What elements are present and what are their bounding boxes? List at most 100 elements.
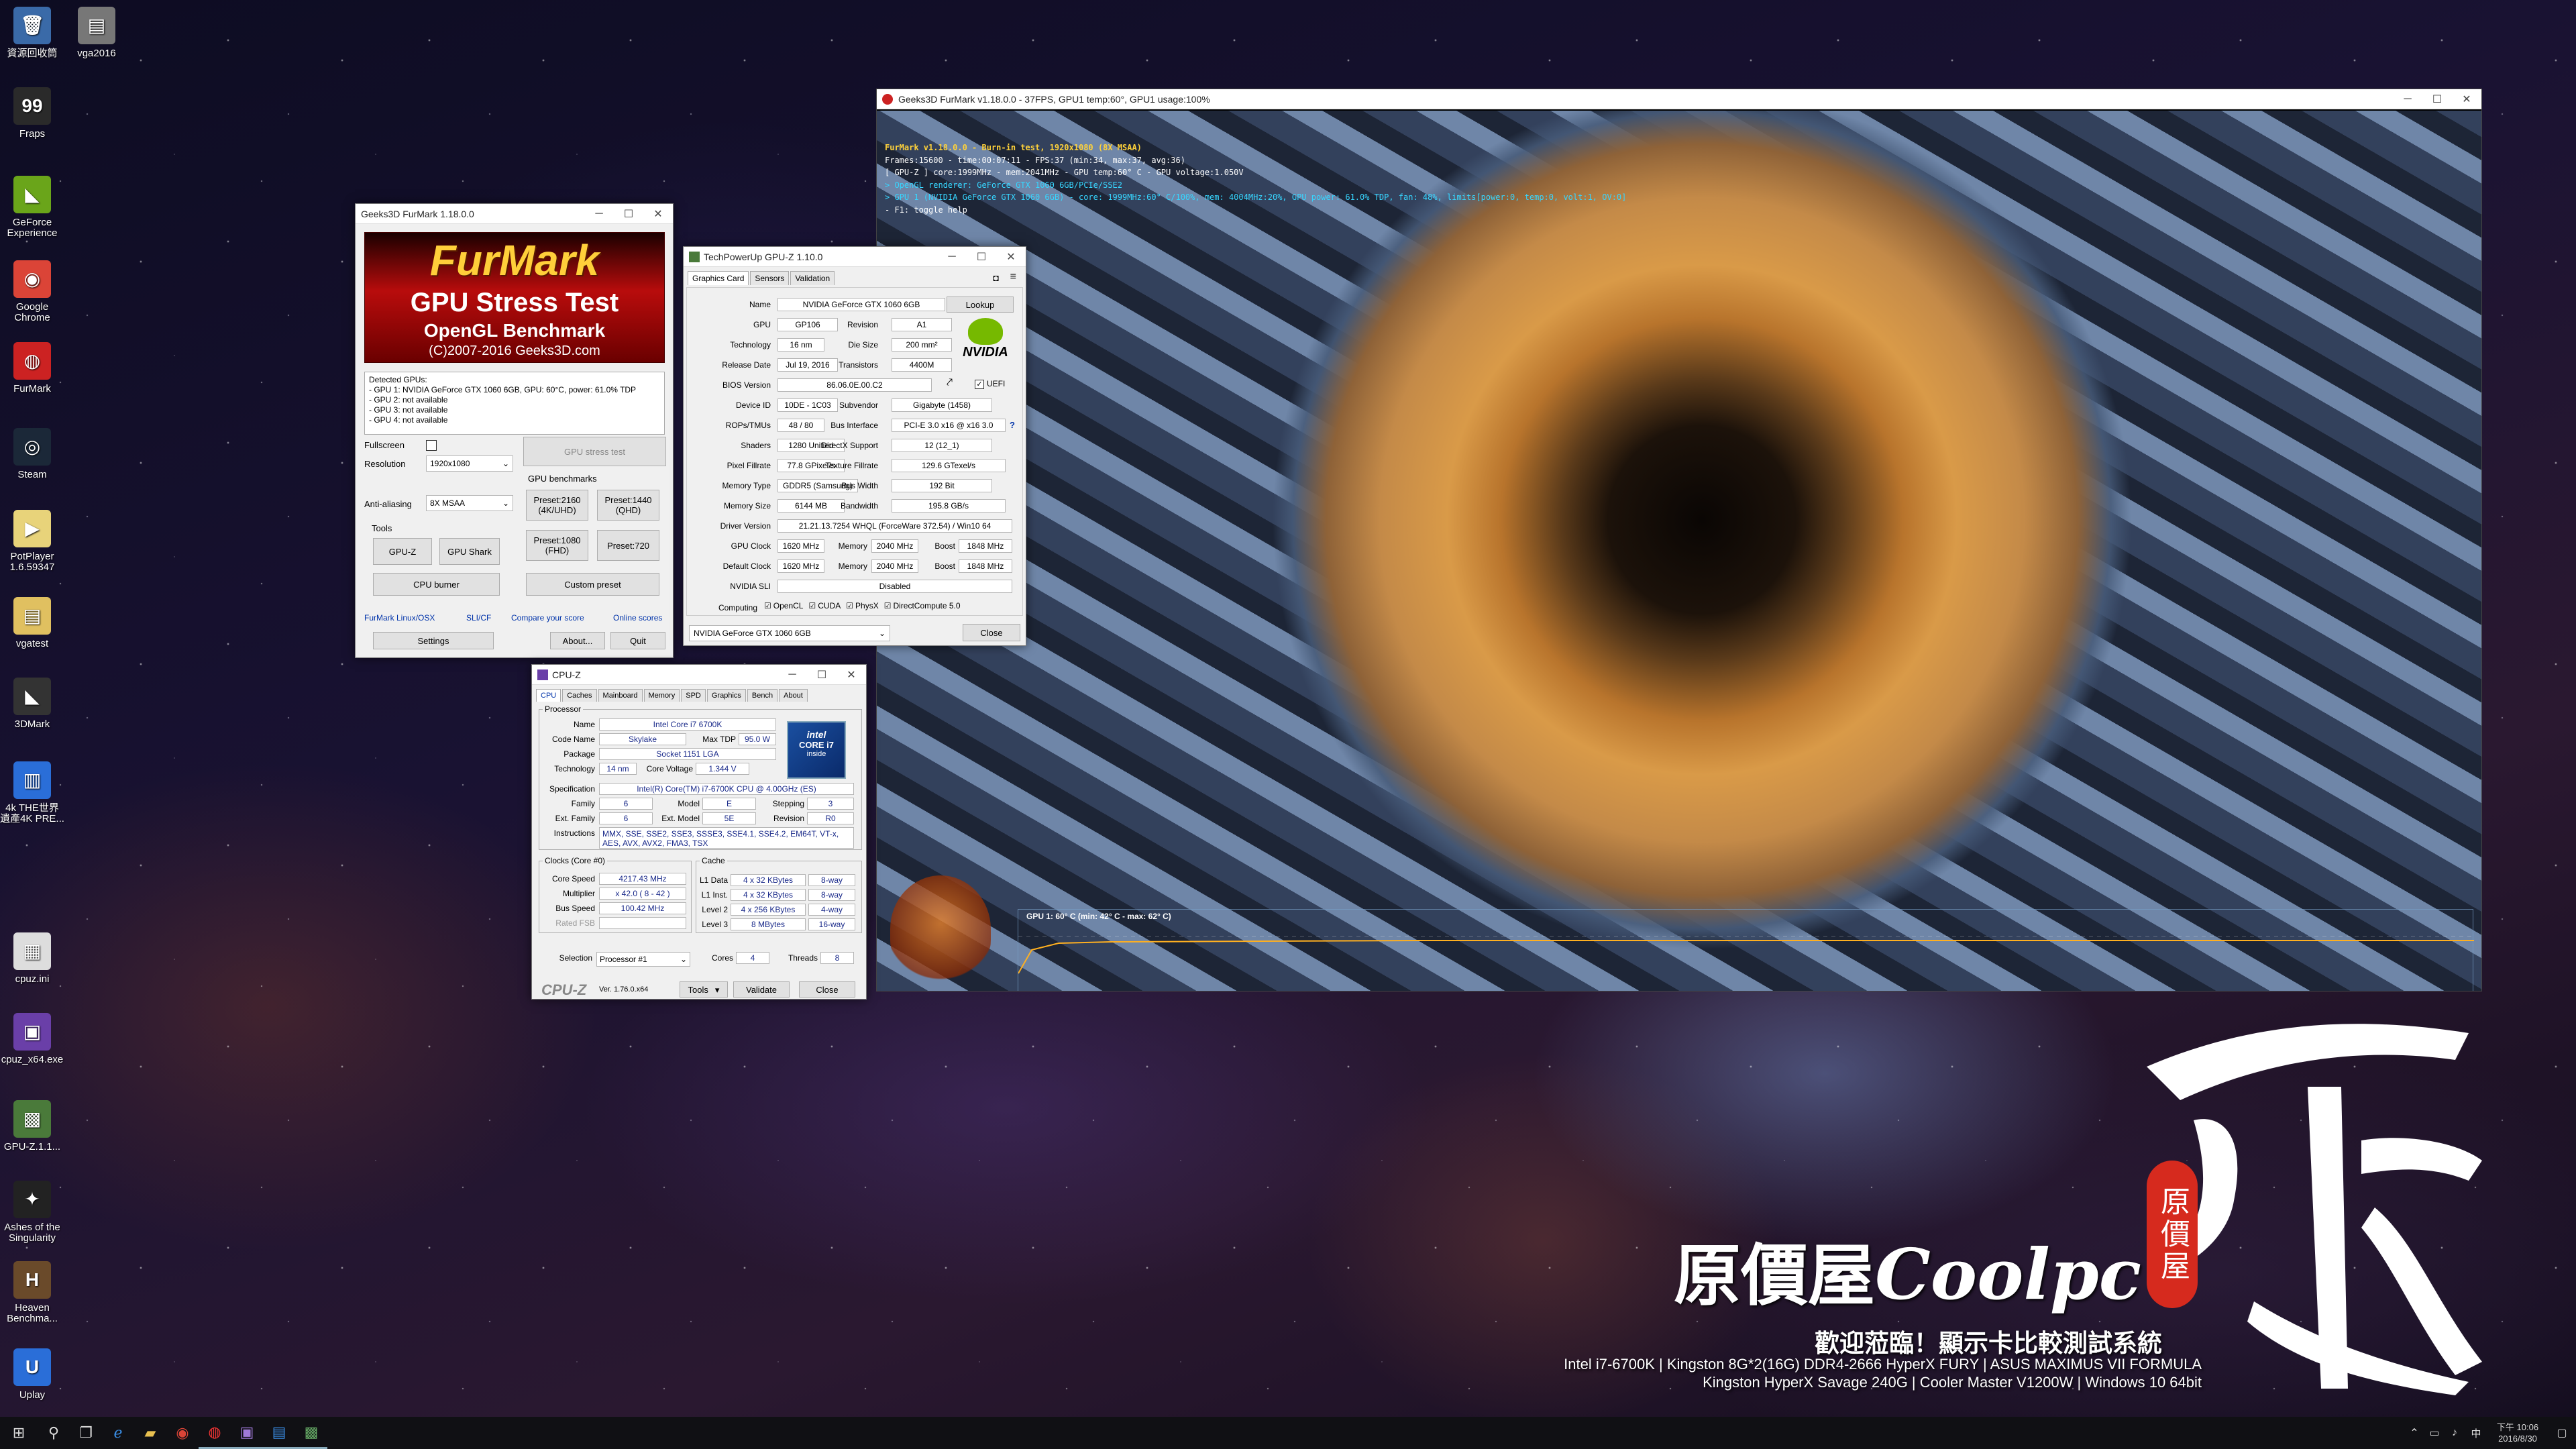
minimize-icon[interactable]: ─ — [584, 204, 614, 223]
value-stepping: 3 — [807, 798, 854, 810]
start-button[interactable]: ⊞ — [0, 1417, 38, 1449]
settings-button[interactable]: Settings — [373, 632, 494, 649]
tab-spd[interactable]: SPD — [681, 689, 706, 702]
cpuz-titlebar[interactable]: CPU-Z ─ ☐ ✕ — [532, 665, 866, 685]
maximize-icon[interactable]: ☐ — [2422, 89, 2452, 109]
ime-indicator[interactable]: 中 — [2465, 1417, 2487, 1449]
preset-2160-button[interactable]: Preset:2160 (4K/UHD) — [526, 490, 588, 521]
close-icon[interactable]: ✕ — [837, 665, 866, 684]
cpu-burner-button[interactable]: CPU burner — [373, 573, 500, 596]
tab-mainboard[interactable]: Mainboard — [598, 689, 643, 702]
camera-icon[interactable]: ◘ — [994, 272, 999, 283]
hud-line: > OpenGL renderer: GeForce GTX 1060 6GB/… — [885, 180, 1123, 190]
volume-icon[interactable]: ♪ — [2445, 1417, 2465, 1449]
online-scores-link[interactable]: Online scores — [613, 613, 662, 623]
resolution-select[interactable]: 1920x1080 ⌄ — [426, 455, 513, 472]
furmark-linux-link[interactable]: FurMark Linux/OSX — [364, 613, 435, 623]
cpuz-taskbar-icon[interactable]: ▣ — [231, 1417, 263, 1449]
desktop-icon[interactable]: ◣ 3DMark — [0, 678, 64, 730]
furmark-taskbar-icon[interactable]: ◍ — [199, 1417, 231, 1449]
close-icon[interactable]: ✕ — [2452, 89, 2481, 109]
task-view-icon[interactable]: ❐ — [70, 1417, 102, 1449]
desktop-icon[interactable]: ▤ vgatest — [0, 597, 64, 649]
furmark-launcher-title: Geeks3D FurMark 1.18.0.0 — [361, 208, 474, 219]
desktop-icon[interactable]: 99 Fraps — [0, 87, 64, 140]
preset-1080-button[interactable]: Preset:1080 (FHD) — [526, 530, 588, 561]
lookup-button[interactable]: Lookup — [947, 297, 1014, 313]
compare-score-link[interactable]: Compare your score — [511, 613, 584, 623]
furmark-launcher-window[interactable]: Geeks3D FurMark 1.18.0.0 ─ ☐ ✕ FurMark GPU… — [355, 203, 674, 658]
label-gpu: GPU — [753, 320, 771, 329]
close-icon[interactable]: ✕ — [996, 247, 1026, 266]
tab-about[interactable]: About — [779, 689, 808, 702]
bus-help-link[interactable]: ? — [1010, 420, 1015, 430]
furmark-launcher-taskbar-icon[interactable]: ▤ — [263, 1417, 295, 1449]
uefi-checkbox[interactable]: ✓ — [975, 380, 984, 389]
furmark-render-titlebar[interactable]: Geeks3D FurMark v1.18.0.0 - 37FPS, GPU1 … — [877, 89, 2481, 109]
gpuz-titlebar[interactable]: TechPowerUp GPU-Z 1.10.0 ─ ☐ ✕ — [684, 247, 1026, 267]
gpuz-close-button[interactable]: Close — [963, 624, 1020, 641]
cpuz-window[interactable]: CPU-Z ─ ☐ ✕ CPU Caches Mainboard Memory SPD Gra… — [531, 664, 867, 1000]
gpuz-window[interactable]: TechPowerUp GPU-Z 1.10.0 ─ ☐ ✕ Graphics Ca… — [683, 246, 1026, 646]
tab-validation[interactable]: Validation — [790, 271, 835, 285]
furmark-render-window[interactable]: Geeks3D FurMark v1.18.0.0 - 37FPS, GPU1 … — [876, 89, 2482, 991]
tab-memory[interactable]: Memory — [643, 689, 680, 702]
sli-cf-link[interactable]: SLI/CF — [466, 613, 491, 623]
quit-button[interactable]: Quit — [610, 632, 665, 649]
notification-icon[interactable]: ▢ — [2548, 1417, 2576, 1449]
cpuz-close-button[interactable]: Close — [799, 981, 855, 998]
edge-icon[interactable]: ℯ — [102, 1417, 134, 1449]
desktop-icon[interactable]: ▣ cpuz_x64.exe — [0, 1013, 64, 1065]
desktop-icon[interactable]: ◣ GeForce Experience — [0, 176, 64, 239]
desktop-icon[interactable]: ▤ vga2016 — [64, 7, 129, 59]
clock[interactable]: 下午 10:06 2016/8/30 — [2487, 1421, 2548, 1444]
desktop-icon[interactable]: ◍ FurMark — [0, 342, 64, 394]
fullscreen-checkbox[interactable] — [426, 440, 437, 451]
tab-bench[interactable]: Bench — [747, 689, 778, 702]
desktop-icon[interactable]: ◎ Steam — [0, 428, 64, 480]
gpuz-taskbar-icon[interactable]: ▩ — [295, 1417, 327, 1449]
gpu-stress-test-button[interactable]: GPU stress test — [523, 437, 666, 466]
gpu-shark-button[interactable]: GPU Shark — [439, 538, 500, 565]
custom-preset-button[interactable]: Custom preset — [526, 573, 659, 596]
about-button[interactable]: About... — [550, 632, 605, 649]
chevron-up-icon[interactable]: ⌃ — [2404, 1417, 2424, 1449]
tab-sensors[interactable]: Sensors — [750, 271, 790, 285]
desktop-icon[interactable]: ◉ Google Chrome — [0, 260, 64, 323]
maximize-icon[interactable]: ☐ — [967, 247, 996, 266]
preset-720-button[interactable]: Preset:720 — [597, 530, 659, 561]
desktop-icon[interactable]: ▥ 4k THE世界 遺產4K PRE... — [0, 761, 64, 824]
desktop-icon[interactable]: U Uplay — [0, 1348, 64, 1401]
minimize-icon[interactable]: ─ — [937, 247, 967, 266]
minimize-icon[interactable]: ─ — [2393, 89, 2422, 109]
furmark-launcher-titlebar[interactable]: Geeks3D FurMark 1.18.0.0 ─ ☐ ✕ — [356, 204, 673, 224]
share-icon[interactable]: ⤤ — [947, 377, 953, 389]
processor-select[interactable]: Processor #1 ⌄ — [596, 952, 690, 967]
desktop-icon[interactable]: H Heaven Benchma... — [0, 1261, 64, 1324]
tab-cpu[interactable]: CPU — [536, 689, 561, 702]
network-icon[interactable]: ▭ — [2424, 1417, 2445, 1449]
desktop-icon[interactable]: ▶ PotPlayer 1.6.59347 — [0, 510, 64, 573]
validate-button[interactable]: Validate — [733, 981, 790, 998]
tab-caches[interactable]: Caches — [562, 689, 597, 702]
desktop-icon[interactable]: ▦ cpuz.ini — [0, 932, 64, 985]
tab-graphics[interactable]: Graphics — [706, 689, 746, 702]
file-explorer-icon[interactable]: ▰ — [134, 1417, 166, 1449]
desktop-icon[interactable]: ▩ GPU-Z.1.1... — [0, 1100, 64, 1152]
tab-graphics-card[interactable]: Graphics Card — [688, 271, 749, 285]
desktop-icon[interactable]: 🗑 資源回收筒 — [0, 7, 64, 59]
antialiasing-select[interactable]: 8X MSAA ⌄ — [426, 495, 513, 511]
desktop-icon[interactable]: ✦ Ashes of the Singularity — [0, 1181, 64, 1244]
chrome-icon[interactable]: ◉ — [166, 1417, 199, 1449]
gpuz-button[interactable]: GPU-Z — [373, 538, 432, 565]
maximize-icon[interactable]: ☐ — [807, 665, 837, 684]
gpu-select[interactable]: NVIDIA GeForce GTX 1060 6GB ⌄ — [689, 625, 890, 641]
close-icon[interactable]: ✕ — [643, 204, 673, 223]
preset-1440-button[interactable]: Preset:1440 (QHD) — [597, 490, 659, 521]
minimize-icon[interactable]: ─ — [777, 665, 807, 684]
menu-icon[interactable]: ≡ — [1010, 271, 1016, 283]
maximize-icon[interactable]: ☐ — [614, 204, 643, 223]
tools-button[interactable]: Tools ▾ — [680, 981, 728, 998]
search-icon[interactable]: ⚲ — [38, 1417, 70, 1449]
nvidia-logo: NVIDIA — [952, 318, 1019, 372]
